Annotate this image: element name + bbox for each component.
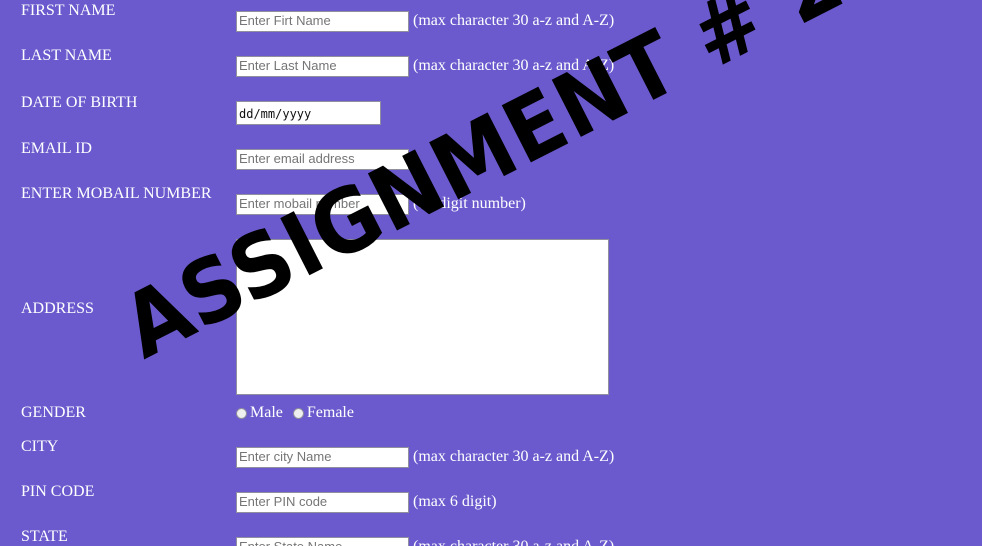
first-name-hint: (max character 30 a-z and A-Z) <box>413 12 615 29</box>
gender-male-label: Male <box>250 404 283 421</box>
first-name-label: FIRST NAME <box>21 2 116 19</box>
mobile-label: ENTER MOBAIL NUMBER <box>21 185 212 202</box>
gender-label: GENDER <box>21 404 86 421</box>
address-textarea[interactable] <box>236 239 609 395</box>
gender-male-radio[interactable] <box>236 407 247 419</box>
city-hint: (max character 30 a-z and A-Z) <box>413 448 615 465</box>
pin-input[interactable]: Enter PIN code <box>236 492 409 513</box>
email-input[interactable]: Enter email address <box>236 149 409 170</box>
email-label: EMAIL ID <box>21 140 92 157</box>
last-name-label: LAST NAME <box>21 47 112 64</box>
pin-hint: (max 6 digit) <box>413 493 497 510</box>
registration-form-page: FIRST NAME Enter Firt Name (max characte… <box>0 0 982 546</box>
mobile-input[interactable]: Enter mobail number <box>236 194 409 215</box>
address-label: ADDRESS <box>21 300 94 317</box>
last-name-input[interactable]: Enter Last Name <box>236 56 409 77</box>
state-hint: (max character 30 a-z and A-Z) <box>413 538 614 546</box>
pin-label: PIN CODE <box>21 483 95 500</box>
dob-input[interactable]: dd/mm/yyyy <box>236 101 381 125</box>
first-name-input[interactable]: Enter Firt Name <box>236 11 409 32</box>
state-input[interactable]: Enter State Name <box>236 537 409 546</box>
state-label: STATE <box>21 528 68 545</box>
gender-options: Male Female <box>236 404 354 422</box>
mobile-hint: (10 digit number) <box>413 195 526 212</box>
gender-female-radio[interactable] <box>292 407 304 419</box>
gender-female-label: Female <box>306 404 354 421</box>
dob-label: DATE OF BIRTH <box>21 94 138 111</box>
last-name-hint: (max character 30 a-z and A-Z) <box>413 57 615 74</box>
city-label: CITY <box>21 438 59 455</box>
city-input[interactable]: Enter city Name <box>236 447 409 468</box>
